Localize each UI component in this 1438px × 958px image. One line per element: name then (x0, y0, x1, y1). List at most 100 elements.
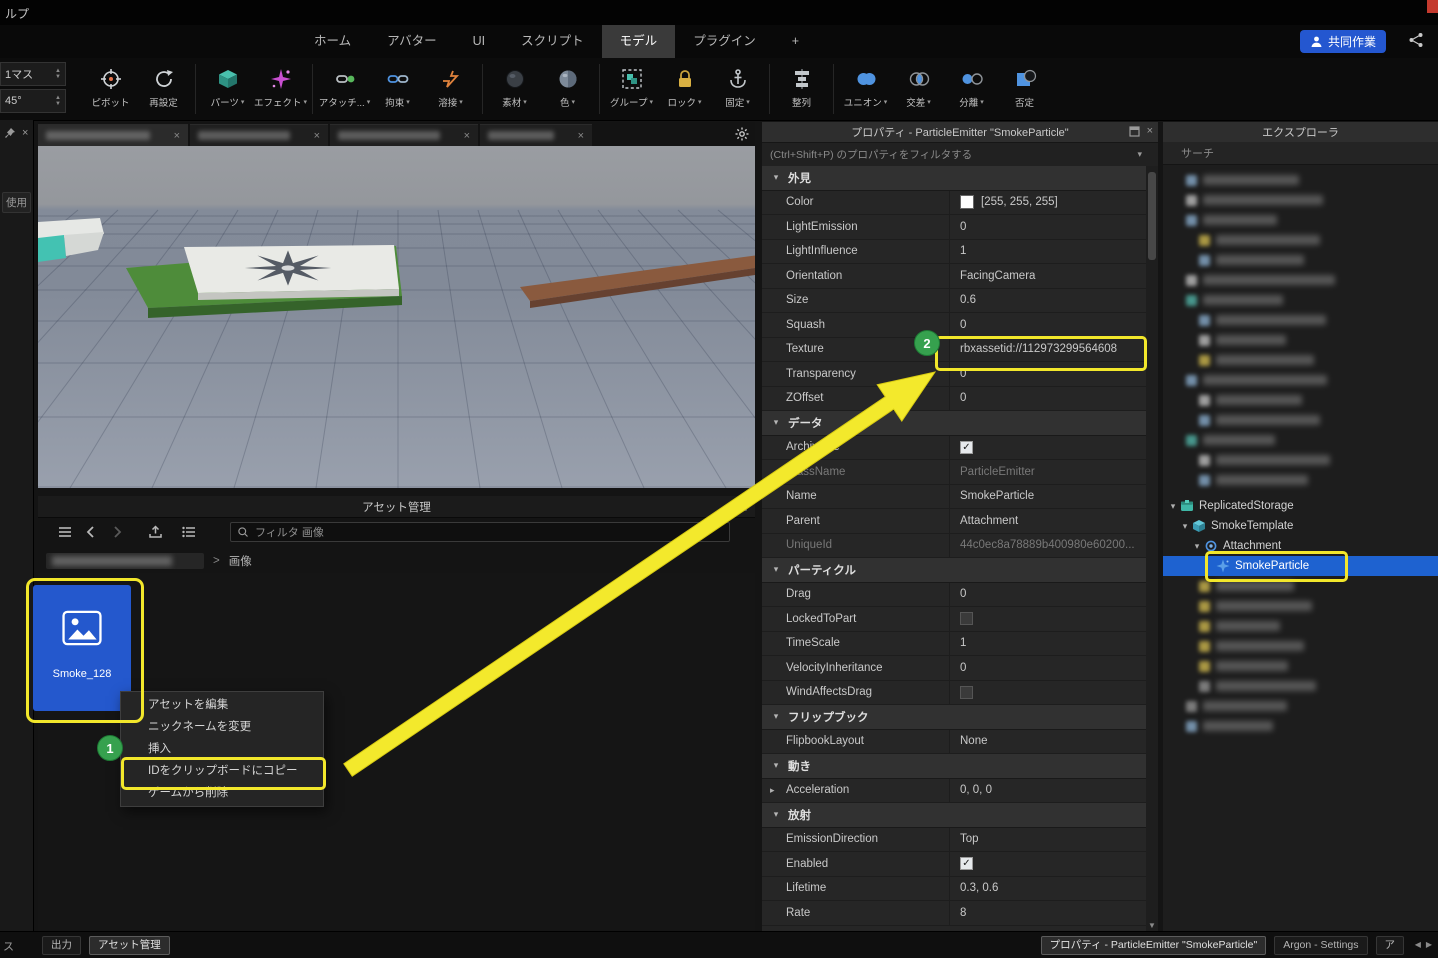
close-icon[interactable]: × (174, 130, 180, 142)
section-header[interactable]: ▾ 放射 (762, 803, 1146, 828)
toolbar-material-button[interactable]: 素材 ▾ (488, 60, 541, 109)
property-value[interactable]: ✓ (950, 852, 1146, 876)
close-icon[interactable]: × (578, 130, 584, 142)
toolbar-attach-button[interactable]: アタッチ... ▾ (318, 60, 371, 109)
checkbox[interactable] (960, 612, 973, 626)
property-value[interactable]: 1 (950, 240, 1146, 264)
statusbar-right-tab-0[interactable]: プロパティ - ParticleEmitter "SmokeParticle" (1040, 936, 1267, 955)
property-row-LockedToPart[interactable]: LockedToPart (762, 607, 1146, 632)
section-collapse-icon[interactable]: ▾ (770, 564, 782, 575)
property-row-Enabled[interactable]: Enabled ✓ (762, 852, 1146, 877)
property-row-Size[interactable]: Size 0.6 (762, 288, 1146, 313)
property-value[interactable]: 0 (950, 656, 1146, 680)
properties-scrollbar[interactable]: ▼ (1146, 166, 1158, 932)
property-row-Texture[interactable]: Texture rbxassetid://112973299564608 (762, 337, 1146, 362)
dock-tab-partial[interactable]: 使用 (2, 192, 31, 213)
viewport-tab-0[interactable]: × (38, 124, 188, 146)
property-value[interactable]: None (950, 730, 1146, 754)
property-row-VelocityInheritance[interactable]: VelocityInheritance 0 (762, 656, 1146, 681)
property-value[interactable] (950, 681, 1146, 705)
viewport-3d[interactable] (38, 146, 755, 488)
toolbar-reset-button[interactable]: 再設定 (137, 60, 190, 109)
chevron-down-icon[interactable]: ▾ (1137, 149, 1142, 160)
property-value[interactable] (950, 607, 1146, 631)
pin-icon[interactable] (4, 127, 16, 139)
toolbar-pivot-button[interactable]: ピボット (84, 60, 137, 109)
property-row-Archivable[interactable]: Archivable ✓ (762, 435, 1146, 460)
expand-icon[interactable]: ▸ (770, 785, 775, 796)
property-row-EmissionDirection[interactable]: EmissionDirection Top (762, 827, 1146, 852)
property-row-TimeScale[interactable]: TimeScale 1 (762, 631, 1146, 656)
list-view-icon[interactable] (176, 521, 202, 543)
context-menu-item-2[interactable]: 挿入 (121, 738, 323, 760)
tree-node-SmokeParticle[interactable]: SmokeParticle (1163, 556, 1438, 576)
statusbar-tab-0[interactable]: 出力 (42, 936, 81, 955)
back-icon[interactable] (78, 521, 104, 543)
upload-icon[interactable] (142, 521, 168, 543)
property-value[interactable]: ✓ (950, 436, 1146, 460)
scrollbar-thumb[interactable] (1148, 172, 1156, 260)
section-header[interactable]: ▾ 外見 (762, 166, 1146, 191)
property-row-Parent[interactable]: Parent Attachment (762, 509, 1146, 534)
gear-icon[interactable] (735, 127, 749, 141)
share-icon[interactable] (1408, 32, 1424, 48)
context-menu-item-3[interactable]: IDをクリップボードにコピー (121, 760, 323, 782)
spinner-arrows-icon[interactable]: ▲ ▼ (55, 68, 61, 80)
property-value[interactable]: Attachment (950, 509, 1146, 533)
property-row-Transparency[interactable]: Transparency 0 (762, 362, 1146, 387)
property-value[interactable]: SmokeParticle (950, 485, 1146, 509)
breadcrumb-current[interactable]: 画像 (229, 553, 252, 569)
property-row-Drag[interactable]: Drag 0 (762, 582, 1146, 607)
section-collapse-icon[interactable]: ▾ (770, 711, 782, 722)
ribbon-tab-4[interactable]: モデル (601, 25, 676, 58)
toolbar-part-button[interactable]: パーツ ▾ (201, 60, 254, 109)
section-header[interactable]: ▾ パーティクル (762, 558, 1146, 583)
checkbox[interactable]: ✓ (960, 440, 973, 454)
dock-icon[interactable] (736, 500, 747, 511)
context-menu-item-4[interactable]: ゲームから削除 (121, 782, 323, 804)
context-menu-item-0[interactable]: アセットを編集 (121, 694, 323, 716)
toolbar-union-button[interactable]: ユニオン ▾ (839, 60, 892, 109)
viewport-tab-1[interactable]: × (190, 124, 328, 146)
section-collapse-icon[interactable]: ▾ (770, 809, 782, 820)
collapse-icon[interactable]: ▾ (1191, 541, 1203, 552)
close-icon[interactable]: × (1147, 125, 1153, 137)
context-menu-item-1[interactable]: ニックネームを変更 (121, 716, 323, 738)
toolbar-spinner-0[interactable]: 1マス ▲ ▼ (0, 62, 66, 86)
property-value[interactable]: 0 (950, 362, 1146, 386)
property-value[interactable]: 0 (950, 387, 1146, 411)
asset-tile-smoke[interactable]: Smoke_128 (33, 585, 131, 711)
property-value[interactable]: 0 (950, 215, 1146, 239)
viewport-tab-3[interactable]: × (480, 124, 592, 146)
section-collapse-icon[interactable]: ▾ (770, 417, 782, 428)
property-row-UniqueId[interactable]: UniqueId 44c0ec8a78889b400980e60200... (762, 533, 1146, 558)
property-value[interactable]: Top (950, 828, 1146, 852)
property-value[interactable]: FacingCamera (950, 264, 1146, 288)
explorer-search-input[interactable]: サーチ (1163, 142, 1438, 165)
property-row-LightInfluence[interactable]: LightInfluence 1 (762, 239, 1146, 264)
property-value[interactable]: ParticleEmitter (950, 460, 1146, 484)
collapse-icon[interactable]: ▾ (1179, 521, 1191, 532)
checkbox[interactable] (960, 685, 973, 699)
property-value[interactable]: [255, 255, 255] (950, 191, 1146, 215)
tree-node-SmokeTemplate[interactable]: ▾ SmokeTemplate (1163, 516, 1438, 536)
statusbar-tab-1[interactable]: アセット管理 (89, 936, 170, 955)
property-value[interactable]: 1 (950, 632, 1146, 656)
property-value[interactable]: 0, 0, 0 (950, 779, 1146, 803)
ribbon-tab-1[interactable]: アバター (369, 25, 455, 58)
property-row-LightEmission[interactable]: LightEmission 0 (762, 215, 1146, 240)
toolbar-align-button[interactable]: 整列 (775, 60, 828, 109)
dock-icon[interactable] (1128, 125, 1140, 137)
collapse-icon[interactable]: ▾ (1167, 501, 1179, 512)
asset-filter-input[interactable]: フィルタ 画像 (230, 522, 730, 542)
property-row-FlipbookLayout[interactable]: FlipbookLayout None (762, 729, 1146, 754)
statusbar-right-tab-1[interactable]: Argon - Settings (1274, 936, 1368, 955)
section-header[interactable]: ▾ フリップブック (762, 705, 1146, 730)
close-icon[interactable]: × (464, 130, 470, 142)
property-row-ClassName[interactable]: ClassName ParticleEmitter (762, 460, 1146, 485)
toolbar-negate-button[interactable]: 否定 (998, 60, 1051, 109)
toolbar-intersect-button[interactable]: 交差 ▾ (892, 60, 945, 109)
ribbon-tab-6[interactable]: + (774, 25, 817, 58)
property-value[interactable]: 0.3, 0.6 (950, 877, 1146, 901)
forward-icon[interactable] (104, 521, 130, 543)
